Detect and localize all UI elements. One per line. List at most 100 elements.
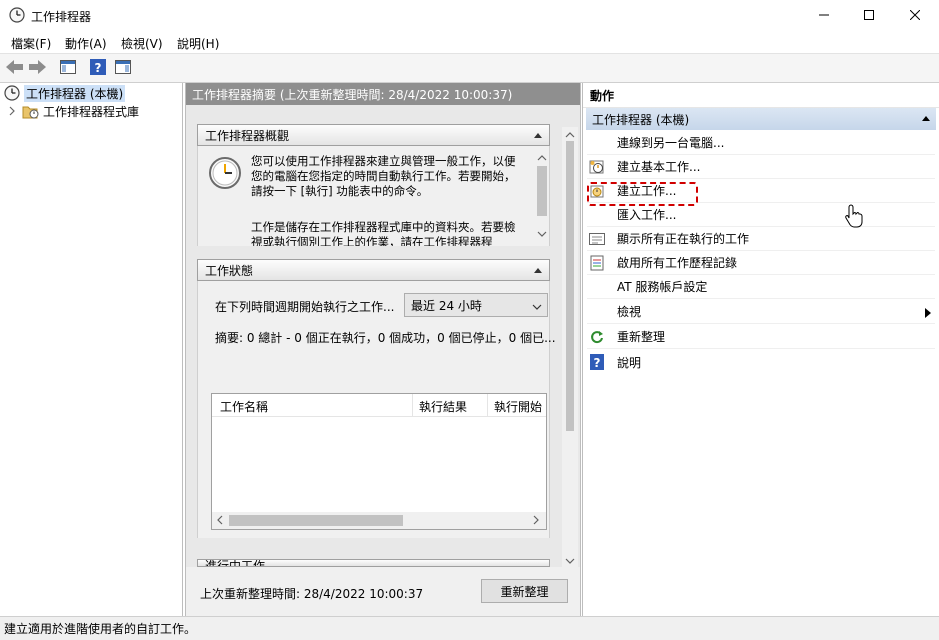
basic-task-icon bbox=[589, 159, 605, 175]
column-header-run-start[interactable]: 執行開始 bbox=[494, 398, 542, 415]
task-status-table: 工作名稱 執行結果 執行開始 bbox=[211, 393, 547, 530]
maximize-icon bbox=[864, 9, 874, 23]
action-show-running-tasks[interactable]: 顯示所有正在執行的工作 bbox=[587, 227, 935, 251]
table-header-row: 工作名稱 執行結果 執行開始 bbox=[212, 394, 546, 417]
task-status-section-header[interactable]: 工作狀態 bbox=[197, 259, 550, 281]
svg-text:?: ? bbox=[594, 356, 601, 370]
menu-bar: 檔案(F) 動作(A) 檢視(V) 說明(H) bbox=[0, 31, 939, 53]
running-tasks-icon bbox=[589, 231, 605, 247]
close-button[interactable] bbox=[892, 0, 938, 31]
console-tree: 工作排程器 (本機) 工作排程器程式庫 bbox=[0, 83, 183, 616]
chevron-right-icon[interactable] bbox=[8, 106, 18, 116]
toolbar: ? bbox=[0, 53, 939, 83]
period-select[interactable]: 最近 24 小時 bbox=[404, 293, 548, 317]
action-view[interactable]: 檢視 bbox=[587, 300, 935, 324]
summary-header: 工作排程器摘要 (上次重新整理時間: 28/4/2022 10:00:37) bbox=[186, 83, 580, 105]
menu-action[interactable]: 動作(A) bbox=[65, 35, 107, 52]
clock-icon bbox=[208, 156, 242, 193]
summary-vertical-scrollbar[interactable] bbox=[562, 127, 578, 567]
actions-group-header[interactable]: 工作排程器 (本機) bbox=[586, 108, 936, 130]
menu-file[interactable]: 檔案(F) bbox=[11, 35, 51, 52]
chevron-right-icon bbox=[925, 307, 931, 321]
back-button[interactable] bbox=[5, 58, 25, 78]
action-label: AT 服務帳戶設定 bbox=[617, 280, 708, 294]
menu-help[interactable]: 說明(H) bbox=[177, 35, 219, 52]
column-header-run-result[interactable]: 執行結果 bbox=[419, 398, 467, 415]
tree-item-root[interactable]: 工作排程器 (本機) bbox=[4, 84, 126, 102]
refresh-icon bbox=[589, 329, 605, 345]
action-label: 連線到另一台電腦... bbox=[617, 136, 725, 150]
action-label: 檢視 bbox=[617, 305, 642, 319]
actions-pane: 動作 工作排程器 (本機) 連線到另一台電腦... 建立基本工作... 建立工作… bbox=[582, 83, 939, 616]
overview-paragraph-1: 您可以使用工作排程器來建立與管理一般工作，以便您的電腦在您指定的時間自動執行工作… bbox=[251, 154, 516, 198]
task-status-title: 工作狀態 bbox=[205, 263, 254, 278]
action-connect-another-computer[interactable]: 連線到另一台電腦... bbox=[587, 131, 935, 155]
period-label: 在下列時間週期開始執行之工作... bbox=[215, 300, 395, 314]
help-button[interactable]: ? bbox=[88, 58, 108, 78]
action-label: 啟用所有工作歷程記錄 bbox=[617, 256, 738, 270]
summary-pane: 工作排程器摘要 (上次重新整理時間: 28/4/2022 10:00:37) 工… bbox=[185, 83, 581, 616]
table-horizontal-scrollbar[interactable] bbox=[212, 512, 546, 529]
history-icon bbox=[589, 255, 605, 271]
highlight-annotation bbox=[587, 182, 698, 206]
actions-title: 動作 bbox=[583, 83, 939, 108]
status-bar: 建立適用於進階使用者的自訂工作。 bbox=[0, 616, 939, 640]
collapse-icon[interactable] bbox=[534, 133, 542, 138]
overview-title: 工作排程器概觀 bbox=[205, 128, 290, 143]
actions-group-label: 工作排程器 (本機) bbox=[592, 112, 690, 127]
minimize-icon bbox=[819, 9, 829, 23]
collapse-icon[interactable] bbox=[922, 116, 930, 121]
folder-clock-icon bbox=[22, 104, 39, 119]
overview-scrollbar[interactable] bbox=[534, 146, 549, 246]
last-refresh-text: 上次重新整理時間: 28/4/2022 10:00:37 bbox=[200, 587, 424, 601]
chevron-down-icon bbox=[532, 300, 542, 314]
collapse-icon[interactable] bbox=[534, 268, 542, 273]
column-divider bbox=[412, 394, 413, 416]
action-label: 重新整理 bbox=[617, 330, 666, 344]
status-text: 建立適用於進階使用者的自訂工作。 bbox=[4, 622, 197, 636]
overview-body: 您可以使用工作排程器來建立與管理一般工作，以便您的電腦在您指定的時間自動執行工作… bbox=[197, 146, 550, 246]
show-hide-action-pane-button[interactable] bbox=[113, 58, 133, 78]
tree-item-library-label: 工作排程器程式庫 bbox=[43, 104, 140, 119]
action-help[interactable]: ? 說明 bbox=[587, 350, 935, 374]
status-summary: 摘要: 0 總計 - 0 個正在執行，0 個成功，0 個已停止，0 個已... bbox=[215, 331, 556, 345]
window-title: 工作排程器 bbox=[31, 10, 92, 24]
action-refresh[interactable]: 重新整理 bbox=[587, 325, 935, 349]
hand-pointer-cursor-icon bbox=[845, 204, 863, 231]
show-hide-console-tree-button[interactable] bbox=[58, 58, 78, 78]
column-header-task-name[interactable]: 工作名稱 bbox=[220, 398, 268, 415]
forward-arrow-icon bbox=[28, 59, 46, 77]
action-label: 說明 bbox=[617, 355, 642, 370]
tree-item-root-label: 工作排程器 (本機) bbox=[24, 84, 126, 102]
menu-view[interactable]: 檢視(V) bbox=[121, 35, 163, 52]
action-label: 顯示所有正在執行的工作 bbox=[617, 232, 750, 246]
summary-footer: 上次重新整理時間: 28/4/2022 10:00:37 重新整理 bbox=[186, 567, 580, 616]
help-icon: ? bbox=[90, 58, 106, 78]
overview-paragraph-2: 工作是儲存在工作排程器程式庫中的資料夾。若要檢視或執行個別工作上的作業，請在工作… bbox=[251, 220, 516, 246]
maximize-button[interactable] bbox=[846, 0, 892, 31]
column-divider bbox=[487, 394, 488, 416]
overview-section-header[interactable]: 工作排程器概觀 bbox=[197, 124, 550, 146]
console-tree-icon bbox=[60, 59, 76, 77]
running-tasks-section-header[interactable]: 進行中工作 bbox=[197, 559, 550, 567]
title-bar: 工作排程器 bbox=[0, 0, 939, 31]
action-enable-history[interactable]: 啟用所有工作歷程記錄 bbox=[587, 251, 935, 275]
close-icon bbox=[909, 9, 921, 23]
action-pane-icon bbox=[115, 59, 131, 77]
action-label: 建立基本工作... bbox=[617, 160, 701, 174]
task-status-body: 在下列時間週期開始執行之工作... 最近 24 小時 摘要: 0 總計 - 0 … bbox=[197, 281, 556, 538]
forward-button[interactable] bbox=[27, 58, 47, 78]
period-select-value: 最近 24 小時 bbox=[411, 298, 482, 313]
tree-item-library[interactable]: 工作排程器程式庫 bbox=[8, 102, 139, 120]
clock-icon bbox=[4, 85, 20, 101]
running-tasks-title: 進行中工作 bbox=[205, 559, 266, 567]
action-at-service-account[interactable]: AT 服務帳戶設定 bbox=[587, 275, 935, 299]
back-arrow-icon bbox=[6, 59, 24, 77]
svg-text:?: ? bbox=[95, 61, 102, 75]
refresh-button[interactable]: 重新整理 bbox=[481, 579, 568, 603]
action-create-basic-task[interactable]: 建立基本工作... bbox=[587, 155, 935, 179]
clock-icon bbox=[9, 7, 25, 23]
minimize-button[interactable] bbox=[801, 0, 847, 31]
action-label: 匯入工作... bbox=[617, 208, 677, 222]
action-import-task[interactable]: 匯入工作... bbox=[587, 203, 935, 227]
